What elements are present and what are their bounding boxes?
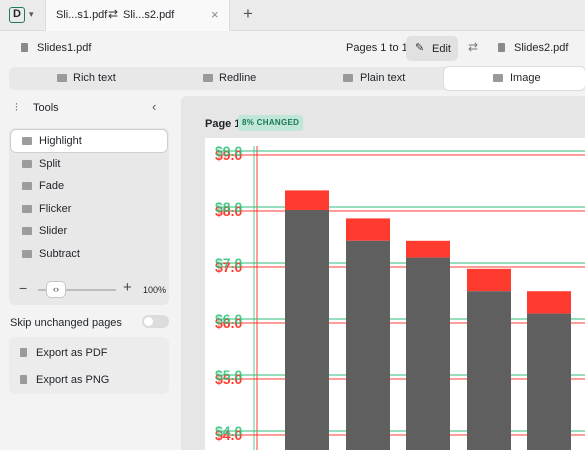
- tool-label: Highlight: [39, 135, 82, 147]
- tool-label: Split: [39, 158, 61, 170]
- tools-title: Tools: [33, 102, 59, 114]
- tool-subtract[interactable]: Subtract: [11, 243, 167, 265]
- tool-label: Slider: [39, 225, 68, 237]
- pages-range: Pages 1 to 1: [346, 42, 408, 54]
- diff-chart: $9.0$9.0$8.0$8.0$7.0$7.0$6.0$6.0$5.0$5.0…: [215, 143, 585, 450]
- compare-header: Slides1.pdf Pages 1 to 1 ✎ Edit ⇄ Slides…: [0, 32, 585, 66]
- y-tick-label: $5.0: [215, 367, 242, 383]
- subtract-icon: [22, 250, 32, 258]
- tool-flicker[interactable]: Flicker: [11, 198, 167, 220]
- tool-label: Fade: [39, 180, 65, 192]
- chevron-down-icon[interactable]: ▾: [29, 9, 34, 20]
- zoom-control: − ‹› + 100%: [9, 275, 169, 305]
- tab-label: Rich text: [73, 72, 116, 84]
- bar: [527, 313, 571, 450]
- tool-slider[interactable]: Slider: [11, 220, 167, 242]
- export-png-button[interactable]: Export as PNG: [9, 366, 169, 392]
- pencil-icon: ✎: [415, 42, 425, 54]
- left-file-name[interactable]: Slides1.pdf: [37, 42, 91, 54]
- swap-icon: ⇄: [108, 7, 119, 21]
- bar-change-segment: [285, 190, 329, 210]
- document-tab[interactable]: Sli...s1.pdf ⇄ Sli...s2.pdf ×: [45, 0, 230, 31]
- tab-rich-text[interactable]: Rich text: [9, 67, 153, 90]
- tab-plain-text[interactable]: Plain text: [297, 67, 443, 90]
- y-tick-label: $6.0: [215, 311, 242, 327]
- tab-label: Image: [510, 72, 541, 84]
- y-tick-label: $4.0: [215, 423, 242, 439]
- tool-label: Subtract: [39, 248, 80, 260]
- zoom-slider-handle[interactable]: ‹›: [47, 282, 65, 297]
- slider-icon: [22, 227, 32, 235]
- file-icon: [498, 43, 505, 52]
- sliders-icon: ⫶: [15, 102, 18, 114]
- page-image-canvas[interactable]: $9.0 $9.0 $8.0 $8.0 $7.0 $7.0 $6.0 $6.0 $5.0 $5.0…: [205, 138, 585, 450]
- export-actions: Export as PDF Export as PNG: [9, 337, 169, 394]
- tab-redline[interactable]: Redline: [153, 67, 297, 90]
- split-icon: [22, 160, 32, 168]
- tool-highlight[interactable]: Highlight: [11, 130, 167, 152]
- close-icon[interactable]: ×: [211, 7, 219, 22]
- pdf-icon: [20, 348, 27, 357]
- bar: [285, 210, 329, 450]
- edit-button[interactable]: ✎ Edit: [406, 36, 458, 61]
- y-tick-label: $7.0: [215, 255, 242, 271]
- tab-right-file: Sli...s2.pdf: [123, 9, 175, 21]
- bar-change-segment: [467, 268, 511, 292]
- skip-unchanged-label: Skip unchanged pages: [10, 317, 122, 329]
- fade-icon: [22, 182, 32, 190]
- tool-label: Flicker: [39, 203, 72, 215]
- bar: [467, 291, 511, 450]
- tool-fade[interactable]: Fade: [11, 175, 167, 197]
- bar-change-segment: [406, 240, 450, 258]
- tools-sidebar: ⫶ Tools ‹ Highlight Split Fade Flicker S…: [0, 91, 181, 450]
- title-bar: D ▾ Sli...s1.pdf ⇄ Sli...s2.pdf × +: [0, 0, 585, 31]
- png-icon: [20, 375, 27, 384]
- zoom-level: 100%: [143, 285, 167, 295]
- image-icon: [493, 74, 503, 82]
- collapse-sidebar-button[interactable]: ‹: [152, 99, 156, 114]
- new-tab-button[interactable]: +: [243, 4, 253, 24]
- tab-label: Plain text: [360, 72, 406, 84]
- highlight-icon: [22, 137, 32, 145]
- export-label: Export as PDF: [36, 347, 108, 359]
- view-mode-tabs: Rich text Redline Plain text Image: [9, 67, 585, 90]
- comparison-view: Page 1 8% CHANGED $9.0 $9.0 $8.0 $8.0 $7.0 $7…: [181, 96, 585, 450]
- export-pdf-button[interactable]: Export as PDF: [9, 339, 169, 365]
- swap-files-button[interactable]: ⇄: [468, 40, 478, 54]
- tab-left-file: Sli...s1.pdf: [56, 9, 108, 21]
- flicker-icon: [22, 205, 32, 213]
- page-title: Page 1: [205, 118, 241, 130]
- right-file-name[interactable]: Slides2.pdf: [514, 42, 568, 54]
- plain-text-icon: [343, 74, 353, 82]
- tool-split[interactable]: Split: [11, 153, 167, 175]
- export-label: Export as PNG: [36, 374, 110, 386]
- tab-label: Redline: [219, 72, 257, 84]
- y-tick-label: $8.0: [215, 199, 242, 215]
- bar-change-segment: [346, 218, 390, 241]
- file-icon: [21, 43, 28, 52]
- zoom-out-button[interactable]: −: [19, 280, 27, 296]
- edit-label: Edit: [432, 43, 451, 55]
- tab-image[interactable]: Image: [444, 67, 585, 90]
- toggle-knob: [144, 317, 153, 326]
- bar: [406, 257, 450, 450]
- y-tick-label: $9.0: [215, 143, 242, 159]
- skip-unchanged-toggle[interactable]: [142, 315, 169, 328]
- zoom-in-button[interactable]: +: [123, 279, 132, 296]
- app-logo-icon[interactable]: D: [9, 7, 25, 23]
- rich-text-icon: [57, 74, 67, 82]
- changed-badge: 8% CHANGED: [238, 115, 304, 131]
- bar: [346, 240, 390, 450]
- bar-change-segment: [527, 291, 571, 314]
- redline-icon: [203, 74, 213, 82]
